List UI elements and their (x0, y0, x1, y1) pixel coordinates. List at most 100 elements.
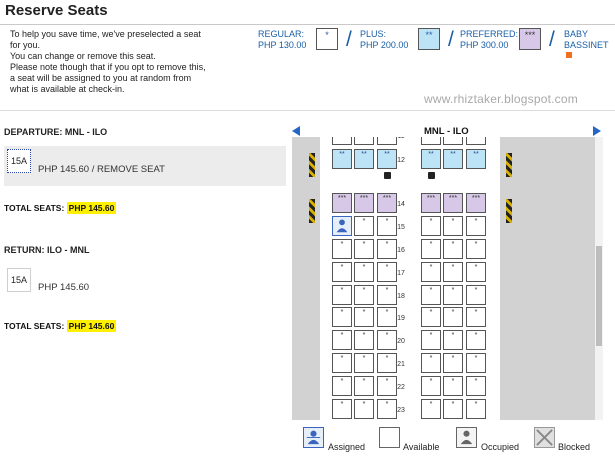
seat[interactable] (332, 137, 352, 145)
seat[interactable]: * (332, 239, 352, 259)
seat[interactable]: * (466, 376, 486, 396)
key-occupied-label: Occupied (481, 442, 520, 452)
departure-total-label: TOTAL SEATS: (4, 203, 65, 213)
legend-preferred-label: PREFERRED: (460, 29, 519, 39)
seat[interactable]: * (421, 285, 441, 305)
seat[interactable]: ** (377, 149, 397, 169)
seat[interactable]: *** (354, 193, 374, 213)
seat[interactable]: *** (466, 193, 486, 213)
departure-seat-badge[interactable]: 15A (7, 149, 31, 173)
seat[interactable]: * (377, 262, 397, 282)
seat[interactable]: * (354, 262, 374, 282)
seatmap-scrollbar-thumb[interactable] (596, 246, 602, 346)
seat[interactable]: * (466, 285, 486, 305)
seat[interactable]: * (354, 399, 374, 419)
seat[interactable]: * (332, 307, 352, 327)
seat[interactable]: * (466, 330, 486, 350)
seat[interactable]: * (354, 307, 374, 327)
exit-marker-icon (506, 199, 512, 223)
seat[interactable]: * (421, 216, 441, 236)
seat[interactable]: * (377, 216, 397, 236)
seat[interactable]: * (466, 239, 486, 259)
return-total-label: TOTAL SEATS: (4, 321, 65, 331)
seat[interactable]: * (332, 376, 352, 396)
seat[interactable]: * (443, 353, 463, 373)
seat[interactable] (443, 137, 463, 145)
departure-route: MNL - ILO (64, 127, 108, 137)
seat[interactable]: *** (443, 193, 463, 213)
seat[interactable]: * (466, 262, 486, 282)
seat[interactable]: * (377, 307, 397, 327)
return-label: RETURN: (4, 245, 45, 255)
seat[interactable]: * (354, 216, 374, 236)
page-title: Reserve Seats (5, 2, 108, 19)
seat[interactable]: * (377, 239, 397, 259)
seat[interactable]: * (332, 353, 352, 373)
seat[interactable]: * (354, 285, 374, 305)
seat[interactable]: * (443, 330, 463, 350)
next-flight-arrow-icon[interactable] (593, 126, 601, 136)
seat[interactable]: ** (332, 149, 352, 169)
previous-flight-arrow-icon[interactable] (292, 126, 300, 136)
seat[interactable] (466, 137, 486, 145)
seat[interactable]: * (421, 307, 441, 327)
seat[interactable]: * (421, 399, 441, 419)
seat[interactable]: * (443, 285, 463, 305)
seat[interactable]: * (466, 399, 486, 419)
seat[interactable]: * (354, 239, 374, 259)
bassinet-icon (428, 172, 435, 179)
seat[interactable]: * (377, 376, 397, 396)
seatmap-route-title: MNL - ILO (424, 126, 469, 137)
seat[interactable]: * (466, 307, 486, 327)
assigned-seat[interactable] (332, 216, 352, 236)
seat[interactable]: * (377, 330, 397, 350)
seat[interactable]: * (421, 239, 441, 259)
seat[interactable]: * (377, 285, 397, 305)
seat[interactable]: * (354, 353, 374, 373)
intro-line: for you. (10, 40, 41, 50)
seat[interactable]: * (443, 262, 463, 282)
seat[interactable] (421, 137, 441, 145)
departure-label: DEPARTURE: (4, 127, 63, 137)
seat[interactable]: * (332, 285, 352, 305)
intro-line: a seat will be assigned to you at random… (10, 73, 192, 83)
seat[interactable]: * (354, 330, 374, 350)
seat[interactable]: * (421, 330, 441, 350)
seat[interactable]: ** (354, 149, 374, 169)
seat[interactable]: * (466, 216, 486, 236)
remove-seat-link[interactable]: / REMOVE SEAT (92, 164, 165, 175)
seat[interactable]: * (332, 330, 352, 350)
title-divider (0, 24, 615, 25)
blocked-x-icon (536, 429, 553, 446)
return-price: PHP 145.60 (38, 282, 90, 293)
seat[interactable]: ** (466, 149, 486, 169)
seat[interactable]: * (354, 376, 374, 396)
seat[interactable]: * (421, 353, 441, 373)
seat[interactable]: *** (377, 193, 397, 213)
seat[interactable]: * (443, 239, 463, 259)
seat[interactable]: * (443, 399, 463, 419)
seat[interactable]: * (377, 399, 397, 419)
seat[interactable]: * (421, 376, 441, 396)
seat[interactable]: * (443, 307, 463, 327)
departure-price-line: PHP 145.60 / REMOVE SEAT (38, 164, 165, 175)
seat[interactable] (377, 137, 397, 145)
departure-price: PHP 145.60 (38, 164, 90, 175)
seat[interactable]: * (466, 353, 486, 373)
seat[interactable]: *** (332, 193, 352, 213)
exit-marker-icon (506, 153, 512, 177)
seat[interactable]: *** (421, 193, 441, 213)
seat[interactable]: * (443, 216, 463, 236)
seat[interactable]: * (443, 376, 463, 396)
return-seat-badge[interactable]: 15A (7, 268, 31, 292)
seat[interactable]: ** (421, 149, 441, 169)
departure-total-value: PHP 145.60 (66, 202, 117, 214)
seat[interactable]: * (421, 262, 441, 282)
seat[interactable]: * (377, 353, 397, 373)
seat[interactable]: ** (443, 149, 463, 169)
seat[interactable]: * (332, 262, 352, 282)
bassinet-icon (566, 52, 572, 58)
seat[interactable]: * (332, 399, 352, 419)
seat[interactable] (354, 137, 374, 145)
person-icon (460, 430, 473, 445)
